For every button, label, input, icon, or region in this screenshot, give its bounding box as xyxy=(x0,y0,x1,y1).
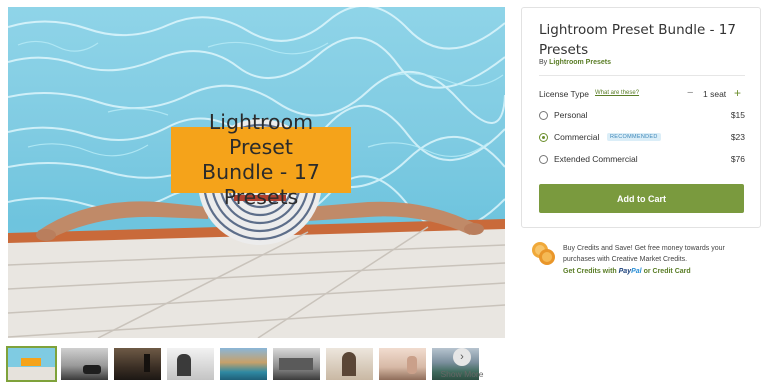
add-to-cart-button[interactable]: Add to Cart xyxy=(539,184,744,213)
show-more-button[interactable]: › Show More xyxy=(440,348,484,382)
thumbnail-6[interactable] xyxy=(273,348,320,380)
chevron-right-icon: › xyxy=(453,348,471,366)
thumbnail-7[interactable] xyxy=(326,348,373,380)
license-option-extended-commercial[interactable]: Extended Commercial $76 xyxy=(539,154,745,168)
radio-commercial[interactable] xyxy=(539,133,548,142)
option-name: Personal xyxy=(554,110,588,120)
seat-count: 1 seat xyxy=(703,89,727,99)
thumbnail-strip xyxy=(6,346,479,382)
get-credits-link[interactable]: Get Credits with xyxy=(563,268,617,275)
option-price: $76 xyxy=(730,154,745,164)
hero-overlay-line1: Lightroom Preset xyxy=(208,110,314,159)
recommended-badge: RECOMMENDED xyxy=(607,133,661,141)
radio-personal[interactable] xyxy=(539,111,548,120)
option-price: $23 xyxy=(730,132,745,142)
thumbnail-4[interactable] xyxy=(167,348,214,380)
coins-icon xyxy=(532,242,555,265)
product-title: Lightroom Preset Bundle - 17 Presets xyxy=(539,22,736,58)
credit-card-link[interactable]: or Credit Card xyxy=(644,268,691,275)
license-type-label: License Type xyxy=(539,89,589,99)
author-link[interactable]: Lightroom Presets xyxy=(549,59,611,66)
product-byline: By Lightroom Presets xyxy=(539,59,611,66)
radio-extended-commercial[interactable] xyxy=(539,155,548,164)
thumbnail-8[interactable] xyxy=(379,348,426,380)
product-purchase-card: Lightroom Preset Bundle - 17 Presets By … xyxy=(521,7,761,228)
license-option-commercial[interactable]: Commercial RECOMMENDED $23 xyxy=(539,132,745,146)
byline-prefix: By xyxy=(539,59,548,66)
credits-promo-text: Buy Credits and Save! Get free money tow… xyxy=(563,245,725,263)
show-more-label: Show More xyxy=(440,369,484,379)
hero-overlay-title: Lightroom Preset Bundle - 17 Presets xyxy=(171,110,351,209)
paypal-logo[interactable]: PayPal xyxy=(619,268,642,275)
hero-overlay-line2: Bundle - 17 Presets xyxy=(202,160,320,209)
divider xyxy=(539,75,745,76)
license-help-link[interactable]: What are these? xyxy=(595,90,639,96)
thumbnail-2[interactable] xyxy=(61,348,108,380)
option-name: Commercial xyxy=(554,132,600,142)
option-name: Extended Commercial xyxy=(554,154,638,164)
credits-promo: Buy Credits and Save! Get free money tow… xyxy=(531,240,756,280)
seat-decrement-button[interactable]: − xyxy=(687,87,693,99)
thumbnail-1[interactable] xyxy=(6,346,57,382)
thumbnail-5[interactable] xyxy=(220,348,267,380)
seat-increment-button[interactable]: + xyxy=(734,86,741,100)
option-price: $15 xyxy=(730,110,745,120)
product-main-image[interactable]: Lightroom Preset Bundle - 17 Presets xyxy=(8,7,505,338)
credits-links: Get Credits with PayPal or Credit Card xyxy=(563,268,691,275)
license-option-personal[interactable]: Personal $15 xyxy=(539,110,745,124)
license-type-row: License Type What are these? − 1 seat + xyxy=(539,86,745,101)
thumbnail-3[interactable] xyxy=(114,348,161,380)
